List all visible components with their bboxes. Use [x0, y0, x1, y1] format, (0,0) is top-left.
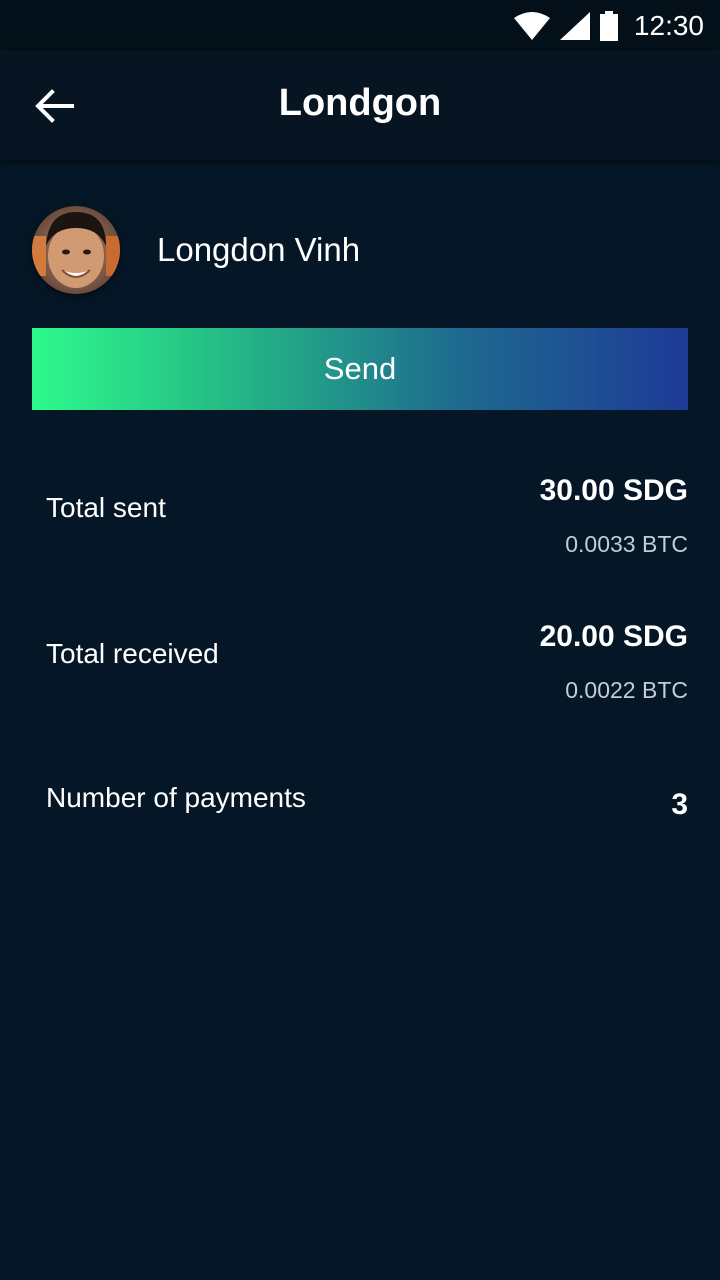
status-icons: 12:30	[513, 8, 704, 44]
avatar-image	[32, 206, 120, 294]
status-time: 12:30	[633, 10, 704, 41]
payments-count-label: Number of payments	[46, 782, 306, 813]
contact-name: Longdon Vinh	[157, 231, 361, 268]
total-received-amount: 20.00 SDG	[539, 620, 688, 653]
cellular-signal-icon	[559, 12, 590, 40]
total-sent-btc: 0.0033 BTC	[565, 531, 688, 557]
total-sent-amount: 30.00 SDG	[539, 474, 688, 507]
page-title: Londgon	[278, 82, 442, 124]
send-button[interactable]: Send	[32, 328, 688, 410]
wifi-icon	[513, 12, 550, 40]
contact-profile: Longdon Vinh	[32, 206, 360, 294]
total-sent-label: Total sent	[46, 492, 166, 523]
status-bar: 12:30	[0, 0, 720, 50]
app-bar: Londgon	[0, 50, 720, 160]
payments-count-value: 3	[671, 788, 688, 821]
total-received-label: Total received	[46, 638, 219, 669]
total-received-btc: 0.0022 BTC	[565, 677, 688, 703]
battery-icon	[599, 11, 618, 41]
avatar	[32, 206, 120, 294]
